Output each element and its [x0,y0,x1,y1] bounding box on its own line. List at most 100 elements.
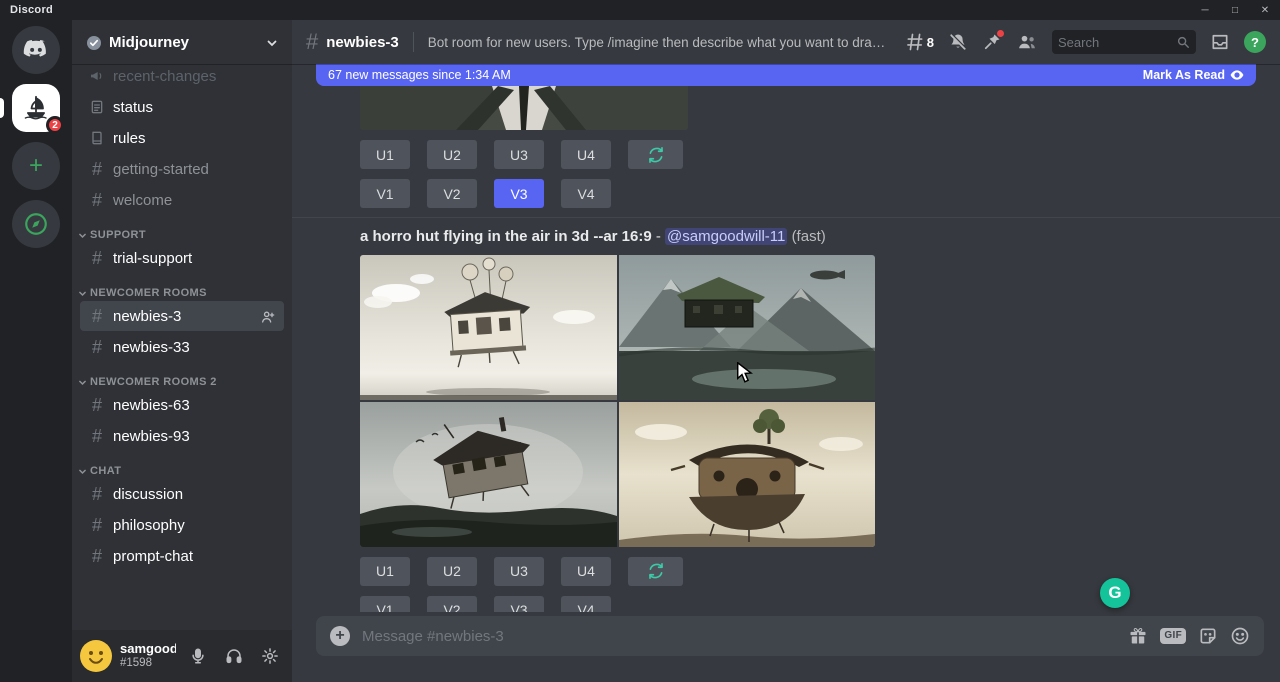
v1-button[interactable]: V1 [360,179,410,208]
v4-button[interactable]: V4 [561,596,611,613]
u2-button[interactable]: U2 [427,140,477,169]
gift-icon [1128,626,1148,646]
gift-button[interactable] [1128,626,1148,646]
add-server-button[interactable]: + [12,142,60,190]
u3-button[interactable]: U3 [494,557,544,586]
u2-button[interactable]: U2 [427,557,477,586]
v1-button[interactable]: V1 [360,596,410,613]
hash-icon: # [88,307,106,325]
app-title: Discord [10,4,53,16]
sticker-icon [1198,626,1218,646]
reroll-button[interactable] [628,140,683,169]
section-chat[interactable]: CHAT [76,465,284,477]
v4-button[interactable]: V4 [561,179,611,208]
discord-app: Discord ─ □ ✕ 2 [0,0,1280,682]
help-button[interactable]: ? [1244,31,1266,53]
u4-button[interactable]: U4 [561,557,611,586]
upload-plus-icon[interactable]: + [330,626,350,646]
reroll-button[interactable] [628,557,683,586]
channel-discussion[interactable]: # discussion [80,479,284,509]
grammarly-badge[interactable]: G [1100,578,1130,608]
status-list-icon [88,99,106,115]
upscale-u-buttons: U1 U2 U3 U4 [360,140,1280,169]
v2-button[interactable]: V2 [427,596,477,613]
user-avatar[interactable] [80,640,112,672]
channel-topic[interactable]: Bot room for new users. Type /imagine th… [428,35,887,50]
explore-servers-button[interactable] [12,200,60,248]
channel-prompt-chat[interactable]: # prompt-chat [80,541,284,571]
member-list-button[interactable] [1016,32,1038,52]
invite-people-icon[interactable] [260,307,276,324]
upscaled-image-partial[interactable] [360,86,688,130]
channel-trial-support[interactable]: # trial-support [80,243,284,273]
channel-newbies-63[interactable]: # newbies-63 [80,390,284,420]
section-support[interactable]: SUPPORT [76,229,284,241]
chat-messages-area: 67 new messages since 1:34 AM Mark As Re… [292,64,1280,612]
user-info[interactable]: samgoodw... #1598 [120,642,176,670]
bell-slash-icon [948,32,968,52]
chevron-down-icon [78,231,87,240]
server-icon-midjourney[interactable]: 2 [12,84,60,132]
headphones-button[interactable] [220,642,248,670]
channel-rules[interactable]: rules [80,123,284,153]
verified-badge-icon [86,33,102,50]
settings-gear-button[interactable] [256,642,284,670]
u3-button[interactable]: U3 [494,140,544,169]
v3-button[interactable]: V3 [494,596,544,613]
sticker-button[interactable] [1198,626,1218,646]
username: samgoodw... [120,642,176,657]
inbox-button[interactable] [1210,32,1230,52]
hash-icon: # [88,485,106,503]
grid-image-floating-island-hut[interactable] [619,402,875,547]
v3-button-selected[interactable]: V3 [494,179,544,208]
mention-badge: 2 [46,116,64,134]
author-mention[interactable]: @samgoodwill-11 [665,228,787,245]
section-newcomer-rooms-2[interactable]: NEWCOMER ROOMS 2 [76,376,284,388]
inbox-icon [1210,32,1230,52]
notification-settings-button[interactable] [948,32,968,52]
message-input[interactable] [362,628,1116,645]
sailboat-icon [21,93,51,123]
new-messages-bar: 67 new messages since 1:34 AM Mark As Re… [316,64,1256,86]
v2-button[interactable]: V2 [427,179,477,208]
channel-getting-started[interactable]: # getting-started [80,154,284,184]
user-panel: samgoodw... #1598 [72,630,292,682]
u4-button[interactable]: U4 [561,140,611,169]
channel-recent-changes[interactable]: recent-changes [80,64,284,91]
mark-as-read-button[interactable]: Mark As Read [1143,68,1244,82]
mic-button[interactable] [184,642,212,670]
emoji-smile-icon [1230,626,1250,646]
grid-image-tilted-shack[interactable] [360,402,617,547]
pinned-messages-button[interactable] [982,32,1002,52]
grid-image-balloon-house[interactable] [360,255,617,400]
close-button[interactable]: ✕ [1250,0,1280,20]
server-header[interactable]: Midjourney [72,20,292,64]
composer-area: + GIF [292,612,1280,682]
chevron-down-icon [78,378,87,387]
channel-status[interactable]: status [80,92,284,122]
threads-button[interactable]: 8 [905,32,934,52]
channel-welcome[interactable]: # welcome [80,185,284,215]
home-button[interactable] [12,26,60,74]
threads-count: 8 [927,35,934,50]
megaphone-icon [88,68,106,84]
channel-newbies-93[interactable]: # newbies-93 [80,421,284,451]
channel-philosophy[interactable]: # philosophy [80,510,284,540]
mark-read-icon [1230,69,1244,81]
chat-header: # newbies-3 Bot room for new users. Type… [292,20,1280,64]
channel-newbies-33[interactable]: # newbies-33 [80,332,284,362]
maximize-button[interactable]: □ [1220,0,1250,20]
plus-icon: + [29,154,43,178]
discord-logo-icon [22,39,50,61]
channel-newbies-3[interactable]: # newbies-3 [80,301,284,331]
grid-image-mountain-cabin[interactable] [619,255,875,400]
u1-button[interactable]: U1 [360,140,410,169]
search-input[interactable] [1058,35,1172,50]
emoji-button[interactable] [1230,626,1250,646]
section-newcomer-rooms[interactable]: NEWCOMER ROOMS [76,287,284,299]
members-icon [1016,32,1038,52]
u1-button[interactable]: U1 [360,557,410,586]
gif-button[interactable]: GIF [1160,628,1186,644]
chevron-down-icon [78,467,87,476]
minimize-button[interactable]: ─ [1190,0,1220,20]
